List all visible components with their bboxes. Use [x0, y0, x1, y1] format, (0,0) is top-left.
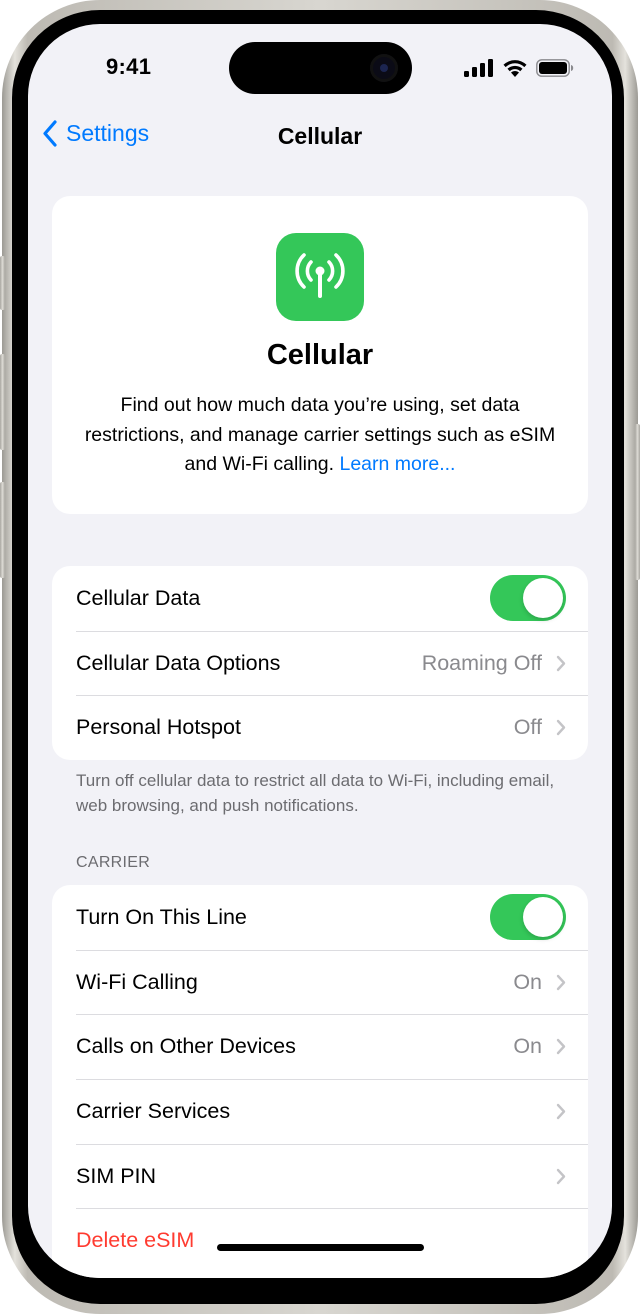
row-label: Personal Hotspot — [76, 715, 241, 740]
sim-pin-row[interactable]: SIM PIN — [52, 1143, 588, 1209]
cellular-data-group: Cellular Data Cellular Data Options Roam… — [52, 566, 588, 760]
row-value: Roaming Off — [421, 650, 542, 675]
wifi-calling-row[interactable]: Wi-Fi Calling On — [52, 949, 588, 1015]
row-label: SIM PIN — [76, 1163, 157, 1188]
chevron-right-icon — [556, 655, 566, 671]
toggle-knob — [523, 897, 563, 938]
row-value: On — [513, 969, 542, 994]
antenna-icon — [276, 233, 364, 321]
hero-title: Cellular — [266, 339, 374, 371]
carrier-section-header: CARRIER — [76, 854, 151, 871]
front-camera-icon — [370, 54, 398, 82]
status-icons — [464, 58, 574, 77]
calls-on-other-devices-row[interactable]: Calls on Other Devices On — [52, 1014, 588, 1079]
screen: 9:41 Settings Cellular Cellular Find out… — [28, 24, 612, 1278]
cellular-data-footnote: Turn off cellular data to restrict all d… — [76, 771, 555, 815]
home-indicator[interactable] — [217, 1244, 424, 1251]
row-label: Carrier Services — [76, 1098, 231, 1123]
row-label: Turn On This Line — [76, 904, 247, 929]
status-time: 9:41 — [106, 54, 152, 79]
row-label: Cellular Data Options — [76, 650, 281, 675]
carrier-group: Turn On This Line Wi-Fi Calling On Calls… — [52, 885, 588, 1278]
action-button — [0, 256, 5, 310]
cellular-data-options-row[interactable]: Cellular Data Options Roaming Off — [52, 630, 588, 696]
hero-description-text: Find out how much data you’re using, set… — [84, 394, 556, 475]
volume-up-button — [0, 354, 5, 450]
chevron-right-icon — [556, 1103, 566, 1120]
cellular-data-row[interactable]: Cellular Data — [52, 566, 588, 631]
cellular-data-toggle[interactable] — [490, 575, 566, 622]
row-label: Calls on Other Devices — [76, 1034, 296, 1059]
turn-on-this-line-row[interactable]: Turn On This Line — [52, 885, 588, 950]
personal-hotspot-row[interactable]: Personal Hotspot Off — [52, 695, 588, 760]
battery-icon — [536, 58, 574, 77]
volume-down-button — [0, 482, 5, 578]
learn-more-link[interactable]: Learn more... — [339, 453, 455, 475]
chevron-right-icon — [556, 1168, 566, 1184]
side-button — [635, 424, 640, 580]
row-label: Cellular Data — [76, 585, 201, 610]
page-title: Cellular — [277, 123, 363, 149]
row-value: Off — [513, 715, 542, 740]
row-label: Wi-Fi Calling — [76, 969, 198, 994]
chevron-right-icon — [556, 720, 566, 736]
cellular-signal-icon — [464, 58, 493, 77]
row-value: On — [513, 1034, 542, 1059]
chevron-right-icon — [556, 1039, 566, 1055]
delete-esim-button[interactable]: Delete eSIM — [52, 1208, 588, 1273]
toggle-knob — [523, 578, 563, 619]
wifi-icon — [503, 60, 527, 77]
turn-on-this-line-toggle[interactable] — [490, 894, 566, 941]
carrier-services-row[interactable]: Carrier Services — [52, 1079, 588, 1144]
cellular-info-card: Cellular Find out how much data you’re u… — [52, 196, 588, 514]
hero-description: Find out how much data you’re using, set… — [74, 391, 566, 480]
dynamic-island — [229, 42, 412, 94]
chevron-right-icon — [556, 974, 566, 990]
